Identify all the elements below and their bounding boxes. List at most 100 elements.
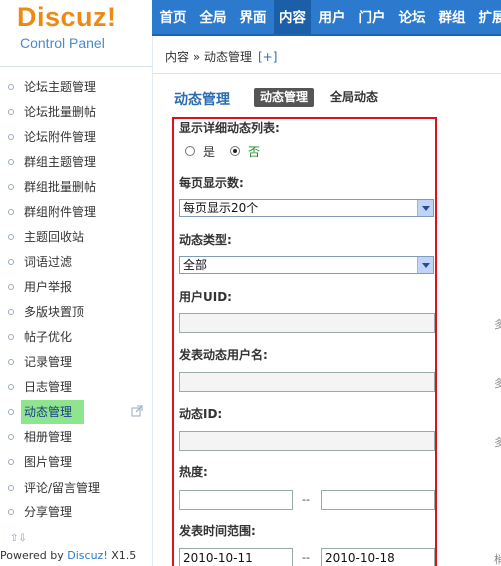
- chevron-down-icon[interactable]: [417, 257, 433, 273]
- username-input[interactable]: [179, 372, 435, 392]
- sidebar-item-group-threads[interactable]: 群组主题管理: [0, 150, 152, 174]
- time-from-input[interactable]: 2010-10-11: [179, 548, 293, 566]
- range-separator: --: [302, 493, 310, 506]
- sidebar-item-label: 词语过滤: [24, 255, 73, 269]
- radio-no-label: 否: [248, 145, 261, 159]
- chevron-down-icon[interactable]: [417, 200, 433, 216]
- sidebar-item-comments[interactable]: 评论/留言管理: [0, 476, 152, 500]
- feed-id-input[interactable]: [179, 431, 435, 451]
- breadcrumb-path: 内容 » 动态管理: [165, 50, 252, 64]
- sidebar-item-user-reports[interactable]: 用户举报: [0, 275, 152, 299]
- nav-extensions[interactable]: 扩展: [475, 0, 501, 34]
- bullet-icon: [8, 334, 14, 340]
- sidebar-item-feeds[interactable]: 动态管理: [0, 400, 152, 424]
- nav-content[interactable]: 内容: [274, 0, 311, 34]
- add-shortcut-link[interactable]: [+]: [258, 50, 277, 64]
- per-page-select[interactable]: 每页显示20个: [179, 199, 434, 217]
- range-separator: --: [302, 551, 310, 564]
- sidebar-item-label: 分享管理: [24, 505, 73, 519]
- sidebar-item-label: 群组主题管理: [24, 155, 97, 169]
- sidebar-item-label: 论坛主题管理: [24, 80, 97, 94]
- sidebar: 论坛主题管理 论坛批量删帖 论坛附件管理 群组主题管理 群组批量删帖 群组附件管…: [0, 66, 152, 566]
- feed-type-label: 动态类型:: [179, 233, 232, 247]
- sidebar-divider: [152, 36, 153, 566]
- sidebar-item-albums[interactable]: 相册管理: [0, 425, 152, 449]
- sidebar-item-label: 帖子优化: [24, 330, 73, 344]
- uid-input[interactable]: [179, 313, 435, 333]
- bullet-icon: [8, 209, 14, 215]
- sidebar-item-forum-threads[interactable]: 论坛主题管理: [0, 75, 152, 99]
- sidebar-item-label: 论坛附件管理: [24, 130, 97, 144]
- bullet-icon: [8, 359, 14, 365]
- time-range-label: 发表时间范围:: [179, 524, 256, 538]
- bullet-icon: [8, 159, 14, 165]
- sidebar-item-group-attachments[interactable]: 群组附件管理: [0, 200, 152, 224]
- hot-label: 热度:: [179, 465, 208, 479]
- sidebar-item-records[interactable]: 记录管理: [0, 350, 152, 374]
- bullet-icon: [8, 409, 14, 415]
- powered-brand-link[interactable]: Discuz!: [67, 549, 107, 562]
- bullet-icon: [8, 284, 14, 290]
- feed-id-label: 动态ID:: [179, 407, 223, 421]
- tab-global-feeds[interactable]: 全局动态: [330, 88, 378, 107]
- hot-from-input[interactable]: [179, 490, 293, 510]
- sidebar-item-label: 主题回收站: [24, 230, 85, 244]
- breadcrumb-bar: 内容 » 动态管理 [+]: [152, 36, 501, 74]
- sidebar-item-word-filter[interactable]: 词语过滤: [0, 250, 152, 274]
- nav-portal[interactable]: 门户: [355, 0, 389, 34]
- sidebar-item-label: 动态管理: [24, 405, 73, 419]
- sidebar-item-group-prune[interactable]: 群组批量删帖: [0, 175, 152, 199]
- feed-type-select[interactable]: 全部: [179, 256, 434, 274]
- per-page-value: 每页显示20个: [183, 201, 259, 215]
- edge-note: 多: [494, 318, 501, 331]
- per-page-label: 每页显示数:: [179, 176, 244, 190]
- sidebar-item-label: 日志管理: [24, 380, 73, 394]
- hot-to-input[interactable]: [321, 490, 435, 510]
- scroll-arrows-icon[interactable]: ⇧⇩: [10, 533, 27, 544]
- sidebar-item-forum-attachments[interactable]: 论坛附件管理: [0, 125, 152, 149]
- bullet-icon: [8, 459, 14, 465]
- sidebar-item-shares[interactable]: 分享管理: [0, 500, 152, 524]
- edge-note: 梢: [494, 553, 501, 566]
- open-new-window-icon[interactable]: [131, 405, 143, 417]
- bullet-icon: [8, 234, 14, 240]
- control-panel: Discuz! Control Panel 首页 全局 界面 内容 用户 门户 …: [0, 0, 501, 566]
- sidebar-item-label: 相册管理: [24, 430, 73, 444]
- edge-note: 多: [494, 436, 501, 449]
- nav-groups[interactable]: 群组: [435, 0, 469, 34]
- page-title: 动态管理: [174, 92, 230, 108]
- detail-list-label: 显示详细动态列表:: [179, 121, 280, 135]
- bullet-icon: [8, 509, 14, 515]
- sidebar-item-label: 群组附件管理: [24, 205, 97, 219]
- sidebar-item-recycle-bin[interactable]: 主题回收站: [0, 225, 152, 249]
- bullet-icon: [8, 434, 14, 440]
- username-label: 发表动态用户名:: [179, 348, 268, 362]
- sidebar-item-pictures[interactable]: 图片管理: [0, 450, 152, 474]
- bullet-icon: [8, 84, 14, 90]
- sidebar-item-multi-sticky[interactable]: 多版块置顶: [0, 300, 152, 324]
- nav-global[interactable]: 全局: [196, 0, 230, 34]
- nav-home[interactable]: 首页: [156, 0, 190, 34]
- nav-forum[interactable]: 论坛: [395, 0, 429, 34]
- sidebar-item-label: 图片管理: [24, 455, 73, 469]
- discuz-logo[interactable]: Discuz!: [17, 2, 117, 33]
- radio-yes[interactable]: [185, 146, 195, 156]
- sidebar-item-label: 多版块置顶: [24, 305, 85, 319]
- top-navigation: 首页 全局 界面 内容 用户 门户 论坛 群组 扩展: [152, 0, 501, 36]
- bullet-icon: [8, 309, 14, 315]
- sidebar-item-forum-prune[interactable]: 论坛批量删帖: [0, 100, 152, 124]
- nav-users[interactable]: 用户: [315, 0, 349, 34]
- nav-interface[interactable]: 界面: [236, 0, 270, 34]
- radio-no[interactable]: [230, 146, 240, 156]
- bullet-icon: [8, 109, 14, 115]
- time-to-input[interactable]: 2010-10-18: [321, 548, 435, 566]
- tab-feed-management[interactable]: 动态管理: [254, 88, 315, 107]
- sidebar-item-blogs[interactable]: 日志管理: [0, 375, 152, 399]
- sidebar-item-label: 群组批量删帖: [24, 180, 97, 194]
- bullet-icon: [8, 485, 14, 491]
- sidebar-item-label: 论坛批量删帖: [24, 105, 97, 119]
- sidebar-item-post-optimize[interactable]: 帖子优化: [0, 325, 152, 349]
- bullet-icon: [8, 384, 14, 390]
- feed-type-value: 全部: [183, 258, 208, 272]
- bullet-icon: [8, 184, 14, 190]
